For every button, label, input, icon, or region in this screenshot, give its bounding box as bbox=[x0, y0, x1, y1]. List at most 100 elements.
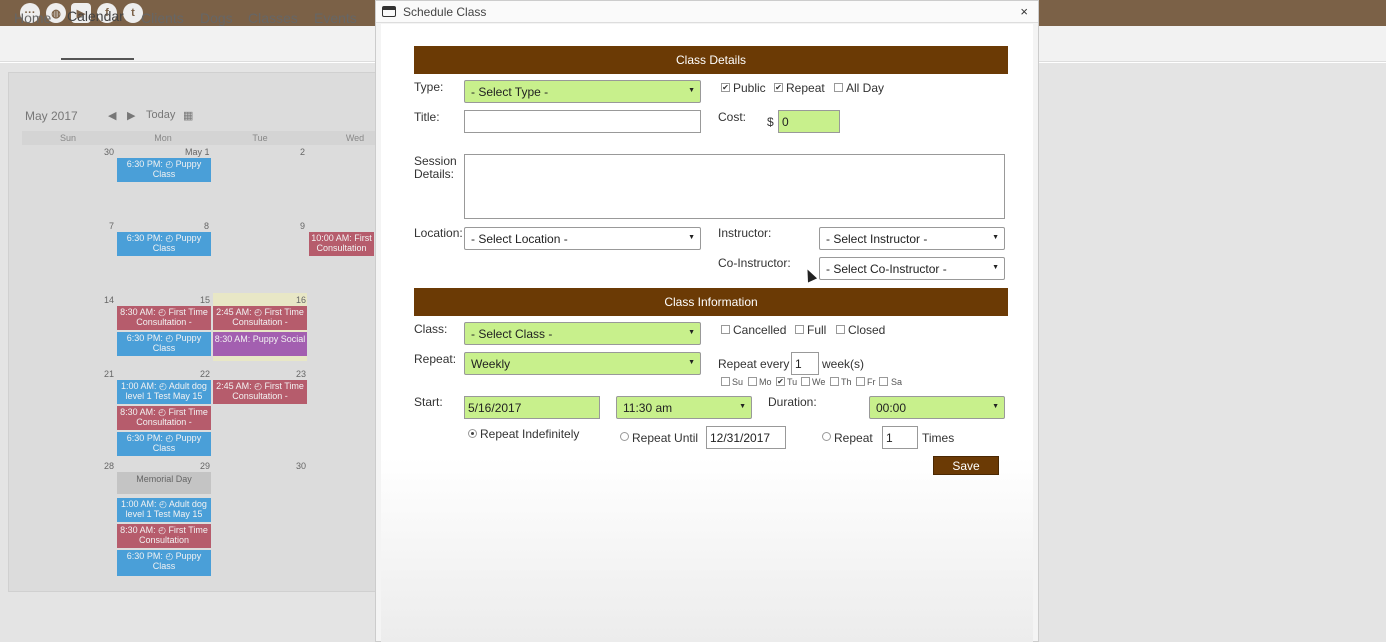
repeat-times-radio[interactable] bbox=[822, 432, 831, 441]
type-label: Type: bbox=[414, 80, 444, 94]
calendar-event[interactable]: 2:45 AM: ◴ First Time Consultation - bbox=[213, 380, 307, 404]
full-checkbox[interactable] bbox=[795, 325, 804, 334]
calendar-day-number: 7 bbox=[109, 221, 115, 231]
location-select[interactable]: - Select Location - ▼ bbox=[464, 227, 701, 250]
repeat-until-label: Repeat Until bbox=[632, 431, 699, 445]
calendar-today-button[interactable]: Today bbox=[146, 109, 175, 121]
title-input[interactable] bbox=[464, 110, 701, 133]
dropdown-arrow-icon: ▼ bbox=[688, 234, 695, 241]
repeat-every-label: Repeat every bbox=[718, 357, 790, 371]
closed-checkbox[interactable] bbox=[836, 325, 845, 334]
calendar-event[interactable]: 8:30 AM: ◴ First Time Consultation bbox=[117, 524, 211, 548]
calendar-event[interactable]: 6:30 PM: ◴ Puppy Class bbox=[117, 332, 211, 356]
calendar-day-header: Mon bbox=[154, 133, 172, 143]
calendar-event[interactable]: 6:30 PM: ◴ Puppy Class bbox=[117, 432, 211, 456]
repeat-frequency-select[interactable]: Weekly ▼ bbox=[464, 352, 701, 375]
calendar-day-number: 8 bbox=[204, 221, 210, 231]
cancelled-checkbox[interactable] bbox=[721, 325, 730, 334]
repeat-times-input[interactable] bbox=[882, 426, 918, 449]
class-details-heading: Class Details bbox=[414, 46, 1008, 74]
window-icon bbox=[382, 6, 396, 17]
nav-events[interactable]: Events bbox=[314, 10, 357, 26]
cost-label: Cost: bbox=[718, 110, 747, 124]
repeat-every-input[interactable] bbox=[791, 352, 819, 375]
dropdown-arrow-icon: ▼ bbox=[739, 403, 746, 410]
calendar-next-button[interactable]: ▶ bbox=[127, 109, 135, 122]
repeat-indefinitely-radio[interactable] bbox=[468, 429, 477, 438]
calendar-day-number: 21 bbox=[104, 369, 115, 379]
start-time-value: 11:30 am bbox=[623, 401, 673, 415]
currency-symbol: $ bbox=[767, 115, 774, 129]
calendar-event[interactable]: 10:00 AM: First Consultation bbox=[309, 232, 374, 256]
full-label: Full bbox=[807, 323, 827, 337]
day-we-checkbox[interactable] bbox=[801, 377, 810, 386]
day-su-label: Su bbox=[732, 377, 744, 387]
day-sa-checkbox[interactable] bbox=[879, 377, 888, 386]
calendar-event[interactable]: 8:30 AM: Puppy Social bbox=[213, 332, 307, 356]
day-fr-checkbox[interactable] bbox=[856, 377, 865, 386]
calendar-day-number: 29 bbox=[200, 461, 211, 471]
calendar-event[interactable]: 8:30 AM: ◴ First Time Consultation - bbox=[117, 306, 211, 330]
type-select[interactable]: - Select Type - ▼ bbox=[464, 80, 701, 103]
repeat-times-label: Repeat bbox=[834, 431, 873, 445]
twitter-icon[interactable]: t bbox=[123, 3, 143, 23]
weeks-label: week(s) bbox=[822, 357, 865, 371]
instructor-label: Instructor: bbox=[718, 226, 772, 240]
nav-calendar[interactable]: Calendar bbox=[67, 8, 124, 24]
repeat-frequency-value: Weekly bbox=[471, 357, 511, 371]
nav-home[interactable]: Home bbox=[14, 10, 51, 26]
cancelled-label: Cancelled bbox=[733, 323, 787, 337]
dialog-header: Schedule Class × bbox=[376, 1, 1038, 23]
class-label: Class: bbox=[414, 322, 448, 336]
co-instructor-select-value: - Select Co-Instructor - bbox=[826, 262, 947, 276]
closed-label: Closed bbox=[848, 323, 886, 337]
nav-dogs[interactable]: Dogs bbox=[200, 10, 233, 26]
calendar-event[interactable]: 6:30 PM: ◴ Puppy Class bbox=[117, 232, 211, 256]
calendar-event[interactable]: 6:30 PM: ◴ Puppy Class bbox=[117, 550, 211, 576]
day-tu-checkbox[interactable]: ✔ bbox=[776, 377, 785, 386]
repeat-until-input[interactable] bbox=[706, 426, 786, 449]
times-label: Times bbox=[922, 431, 955, 445]
start-label: Start: bbox=[414, 395, 443, 409]
day-mo-checkbox[interactable] bbox=[748, 377, 757, 386]
all-day-checkbox[interactable] bbox=[834, 83, 843, 92]
calendar-prev-button[interactable]: ◀ bbox=[108, 109, 116, 122]
calendar-day-number: 14 bbox=[104, 295, 115, 305]
calendar-picker-icon[interactable]: ▦ bbox=[183, 109, 193, 122]
repeat-checkbox[interactable]: ✔ bbox=[774, 83, 783, 92]
public-checkbox[interactable]: ✔ bbox=[721, 83, 730, 92]
calendar-day-number: 23 bbox=[296, 369, 307, 379]
session-details-label: Session Details: bbox=[414, 154, 457, 181]
all-day-label: All Day bbox=[846, 81, 885, 95]
day-su-checkbox[interactable] bbox=[721, 377, 730, 386]
dropdown-arrow-icon: ▼ bbox=[688, 87, 695, 94]
instructor-select[interactable]: - Select Instructor - ▼ bbox=[819, 227, 1005, 250]
day-tu-label: Tu bbox=[787, 377, 798, 387]
repeat-until-radio[interactable] bbox=[620, 432, 629, 441]
calendar-event[interactable]: 2:45 AM: ◴ First Time Consultation - bbox=[213, 306, 307, 330]
duration-select[interactable]: 00:00 ▼ bbox=[869, 396, 1005, 419]
calendar-event[interactable]: 1:00 AM: ◴ Adult dog level 1 Test May 15 bbox=[117, 498, 211, 522]
calendar-event[interactable]: 8:30 AM: ◴ First Time Consultation - bbox=[117, 406, 211, 430]
repeat-indefinitely-label: Repeat Indefinitely bbox=[480, 427, 580, 441]
co-instructor-select[interactable]: - Select Co-Instructor - ▼ bbox=[819, 257, 1005, 280]
calendar-event[interactable]: 6:30 PM: ◴ Puppy Class bbox=[117, 158, 211, 182]
day-fr-label: Fr bbox=[867, 377, 876, 387]
day-th-checkbox[interactable] bbox=[830, 377, 839, 386]
calendar-day-number: 16 bbox=[296, 295, 307, 305]
close-icon[interactable]: × bbox=[1020, 4, 1028, 19]
session-details-textarea[interactable] bbox=[464, 154, 1005, 219]
dropdown-arrow-icon: ▼ bbox=[992, 403, 999, 410]
start-time-select[interactable]: 11:30 am ▼ bbox=[616, 396, 752, 419]
cost-input[interactable] bbox=[778, 110, 840, 133]
class-select-value: - Select Class - bbox=[471, 327, 553, 341]
nav-classes[interactable]: Classes bbox=[248, 10, 298, 26]
save-button[interactable]: Save bbox=[933, 456, 999, 475]
dropdown-arrow-icon: ▼ bbox=[688, 329, 695, 336]
nav-clients[interactable]: Clients bbox=[141, 10, 184, 26]
duration-label: Duration: bbox=[768, 395, 817, 409]
class-select[interactable]: - Select Class - ▼ bbox=[464, 322, 701, 345]
start-date-input[interactable] bbox=[464, 396, 600, 419]
class-information-heading: Class Information bbox=[414, 288, 1008, 316]
calendar-event[interactable]: 1:00 AM: ◴ Adult dog level 1 Test May 15 bbox=[117, 380, 211, 404]
